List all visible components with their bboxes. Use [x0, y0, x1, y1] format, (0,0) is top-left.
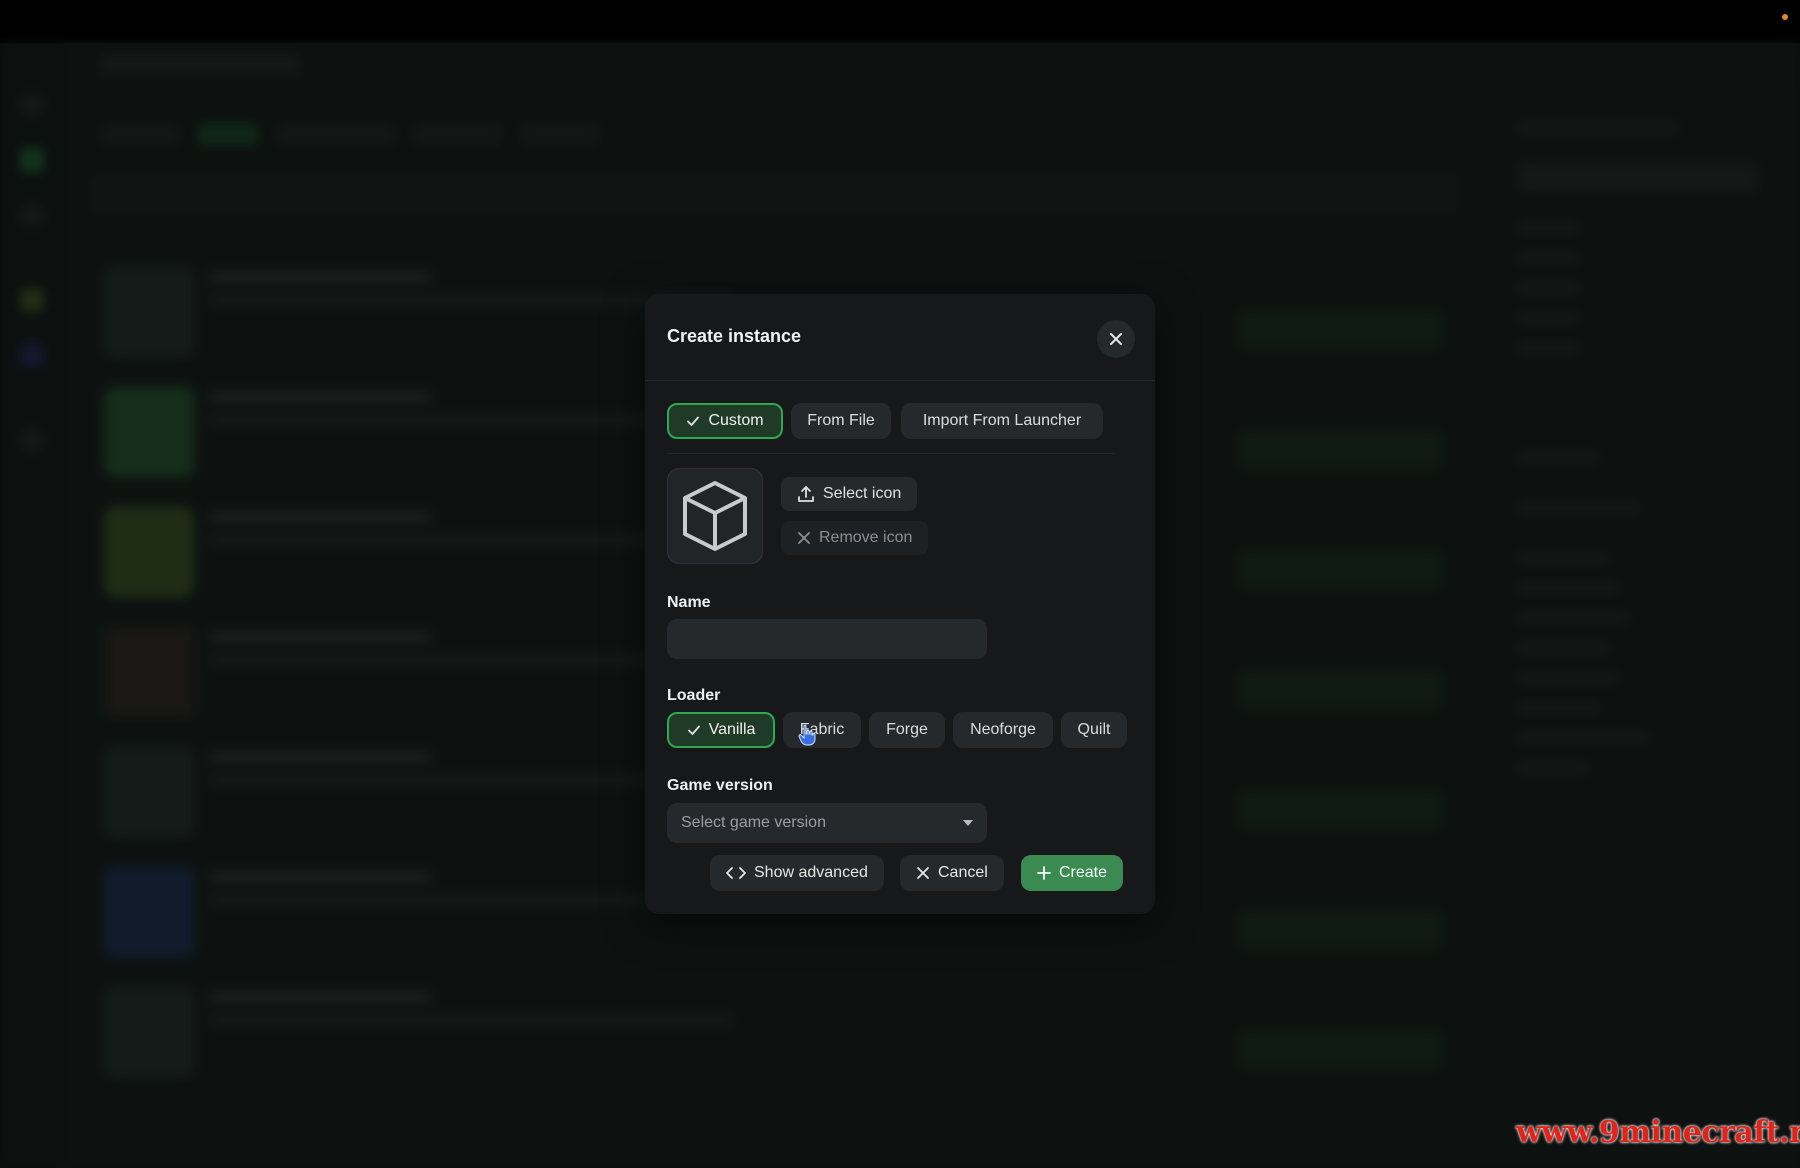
close-button[interactable]: [1097, 320, 1135, 358]
check-icon: [687, 725, 700, 735]
tab-from-file-label: From File: [807, 412, 875, 429]
hand-pointer-icon: [798, 724, 816, 746]
select-icon-button[interactable]: Select icon: [781, 477, 918, 511]
game-version-placeholder: Select game version: [681, 814, 826, 831]
remove-icon-button[interactable]: Remove icon: [781, 521, 929, 555]
status-dot: [1782, 14, 1788, 20]
x-icon: [917, 867, 929, 879]
loader-label: Loader: [667, 687, 721, 704]
cancel-label: Cancel: [938, 864, 988, 881]
upload-icon: [798, 486, 814, 502]
modal-title: Create instance: [667, 326, 802, 346]
loader-vanilla[interactable]: Vanilla: [667, 712, 775, 748]
name-input[interactable]: [667, 619, 987, 659]
top-bar: [0, 0, 1800, 43]
loader-fabric[interactable]: Fabric: [783, 712, 861, 748]
code-icon: [726, 867, 746, 879]
game-version-select[interactable]: Select game version: [667, 803, 987, 843]
tab-custom[interactable]: Custom: [667, 403, 783, 439]
loader-forge-label: Forge: [886, 721, 928, 738]
cube-icon: [683, 481, 747, 551]
remove-icon-label: Remove icon: [819, 529, 913, 546]
create-button[interactable]: Create: [1021, 855, 1124, 891]
name-label: Name: [667, 594, 711, 611]
modal-header: Create instance: [645, 294, 1155, 381]
watermark-text: www.9minecraft.net: [1516, 1115, 1800, 1150]
loader-vanilla-label: Vanilla: [708, 721, 756, 738]
loader-quilt-label: Quilt: [1077, 721, 1111, 738]
game-version-label: Game version: [667, 777, 773, 794]
instance-icon-preview: [667, 468, 763, 564]
close-icon: [1110, 333, 1122, 345]
loader-neoforge-label: Neoforge: [970, 721, 1036, 738]
tab-import-label: Import From Launcher: [922, 412, 1082, 429]
check-icon: [687, 416, 700, 426]
loader-neoforge[interactable]: Neoforge: [953, 712, 1053, 748]
create-label: Create: [1059, 864, 1108, 881]
chevron-down-icon: [963, 820, 973, 826]
tab-from-file[interactable]: From File: [791, 403, 891, 439]
tabs-divider: [667, 453, 1115, 454]
x-icon: [798, 532, 810, 544]
loader-quilt[interactable]: Quilt: [1061, 712, 1127, 748]
select-icon-label: Select icon: [823, 485, 902, 502]
show-advanced-label: Show advanced: [754, 864, 868, 881]
create-instance-modal: Create instance Custom From File Import …: [645, 294, 1155, 914]
tab-custom-label: Custom: [708, 412, 764, 429]
cancel-button[interactable]: Cancel: [900, 855, 1004, 891]
show-advanced-button[interactable]: Show advanced: [710, 855, 884, 891]
loader-forge[interactable]: Forge: [869, 712, 945, 748]
plus-icon: [1037, 866, 1051, 880]
tab-import-from-launcher[interactable]: Import From Launcher: [901, 403, 1103, 439]
